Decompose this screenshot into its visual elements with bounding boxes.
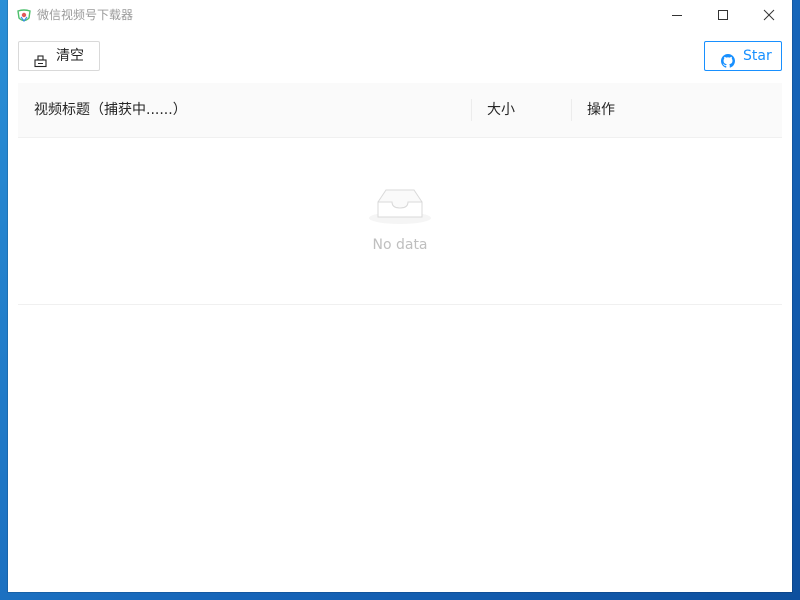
app-window: 微信视频号下载器 清空 Star 视频标题（捕获中......） 大小 操作 N… xyxy=(8,0,792,592)
close-icon xyxy=(763,9,775,21)
title-bar[interactable]: 微信视频号下载器 xyxy=(8,0,792,30)
column-header-action[interactable]: 操作 xyxy=(587,83,615,137)
clear-button[interactable]: 清空 xyxy=(18,41,100,71)
inbox-empty-icon xyxy=(368,184,432,230)
video-table: 视频标题（捕获中......） 大小 操作 No data xyxy=(18,83,782,305)
star-button[interactable]: Star xyxy=(704,41,782,71)
column-divider xyxy=(471,99,472,121)
window-title: 微信视频号下载器 xyxy=(37,8,134,22)
empty-text: No data xyxy=(372,237,428,253)
table-header: 视频标题（捕获中......） 大小 操作 xyxy=(18,83,782,138)
close-button[interactable] xyxy=(746,0,792,30)
column-header-size[interactable]: 大小 xyxy=(487,83,515,137)
column-divider xyxy=(571,99,572,121)
maximize-icon xyxy=(718,10,728,20)
empty-state: No data xyxy=(18,138,782,305)
app-logo-icon xyxy=(17,8,31,22)
clear-button-label: 清空 xyxy=(56,48,84,64)
minimize-button[interactable] xyxy=(654,0,700,30)
clear-icon xyxy=(34,50,47,78)
minimize-icon xyxy=(672,15,682,16)
star-button-label: Star xyxy=(743,48,772,64)
github-icon xyxy=(721,50,735,78)
maximize-button[interactable] xyxy=(700,0,746,30)
column-header-title[interactable]: 视频标题（捕获中......） xyxy=(34,83,187,137)
